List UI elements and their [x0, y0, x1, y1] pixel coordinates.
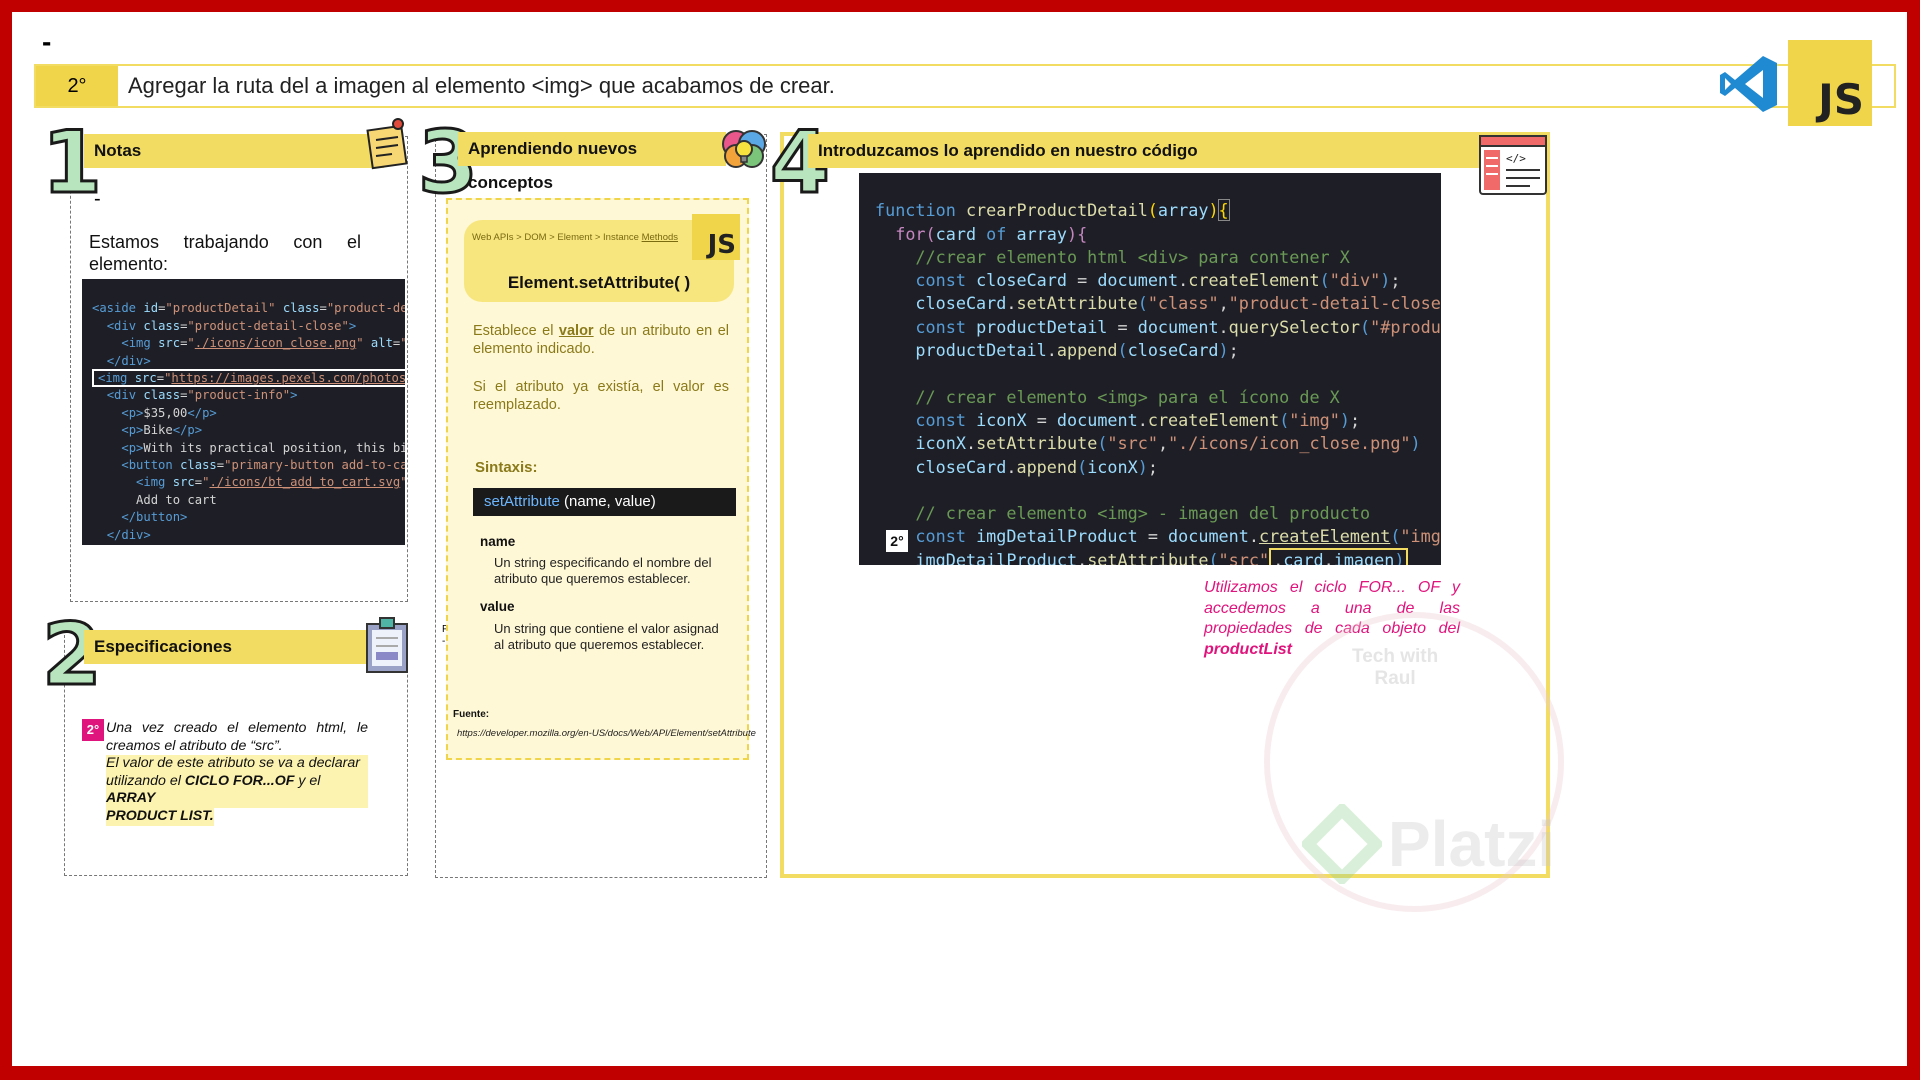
note-line: Utilizamos el ciclo FOR... OF y	[1204, 579, 1460, 596]
step-bar: 2° Agregar la ruta del a imagen al eleme…	[34, 64, 1896, 108]
spec-line: PRODUCT LIST.	[106, 807, 214, 826]
intro-word: Estamos	[89, 232, 160, 252]
html-code-block: <aside id="productDetail" class="product…	[82, 279, 405, 545]
clipboard-icon	[364, 616, 410, 674]
mdn-desc2: Si el atributo ya existía, el valor es r…	[473, 378, 729, 414]
mdn-breadcrumb: Web APIs > DOM > Element > Instance Meth…	[472, 232, 678, 243]
watermark-line: Tech with	[1352, 646, 1439, 667]
desc-line: Establece el valor de un atributo en el	[473, 322, 729, 340]
syntax-fn: setAttribute	[484, 493, 560, 510]
js-logo: JS	[1788, 40, 1872, 126]
spec-badge: 2°	[82, 719, 104, 741]
watermark-line: Raul	[1374, 668, 1416, 689]
syntax-bar: setAttribute (name, value)	[473, 488, 736, 516]
spec-line: utilizando el CICLO FOR...OF y el ARRAY	[106, 772, 368, 808]
panel1-header: Notas	[84, 134, 384, 168]
desc-fragment: Establece el	[473, 323, 559, 339]
syntax-args: (name, value)	[559, 493, 656, 510]
desc-line: Si el atributo ya existía, el valor es	[473, 379, 729, 395]
stray-dash: -	[442, 636, 446, 647]
spec-strong: ARRAY	[106, 790, 156, 807]
breadcrumb-text: Web APIs > DOM > Element > Instance	[472, 232, 642, 243]
js-badge-small: JS	[692, 214, 740, 260]
spec-strong: PRODUCT LIST.	[106, 807, 214, 824]
step-text: Agregar la ruta del a imagen al elemento…	[128, 73, 835, 98]
js-logo-text: JS	[1818, 75, 1864, 124]
panel1-intro: Estamos trabajando con el	[89, 232, 361, 253]
notes-icon	[364, 118, 410, 170]
panel3-header: Aprendiendo nuevos conceptos	[458, 132, 726, 192]
panel2-header: Especificaciones	[84, 630, 378, 664]
svg-text:</>: </>	[1506, 152, 1526, 165]
source-link[interactable]: https://developer.mozilla.org/en-US/docs…	[457, 728, 756, 739]
desc-strong: valor	[558, 323, 594, 339]
platzi-logo: Platzi	[1302, 804, 1555, 884]
spec-line: creamos el atributo de “src”.	[106, 737, 283, 754]
param-name-desc: Un string especificando el nombre del at…	[494, 555, 712, 587]
js-code-block: function crearProductDetail(array){ for(…	[859, 173, 1441, 565]
mdn-desc1: Establece el valor de un atributo en el …	[473, 322, 729, 358]
spec-line: El valor de este atributo se va a declar…	[106, 755, 368, 773]
param-value: value	[480, 599, 515, 614]
platzi-wordmark: Platzi	[1388, 808, 1556, 880]
param-desc-line: atributo que queremos establecer.	[494, 571, 691, 586]
js-badge-text: JS	[707, 230, 736, 260]
spec-strong: CICLO FOR...OF	[184, 772, 295, 789]
intro-word: el	[346, 232, 361, 252]
param-value-desc: Un string que contiene el valor asignad …	[494, 621, 719, 653]
param-desc-line: Un string especificando el nombre del	[494, 555, 712, 570]
vscode-icon	[1717, 52, 1781, 116]
param-desc-line: Un string que contiene el valor asignad	[494, 621, 719, 636]
step-badge: 2°	[36, 66, 118, 106]
platzi-logo-icon	[1302, 804, 1382, 884]
spec-fragment: y el	[294, 772, 321, 789]
spec-line: Una vez creado el elemento html, le	[106, 720, 368, 736]
panel1-intro-line2: elemento:	[89, 254, 169, 274]
panel4-header: Introduzcamos lo aprendido en nuestro có…	[808, 134, 1480, 168]
method-name: Element.setAttribute( )	[507, 273, 691, 292]
intro-word: con	[293, 232, 323, 252]
watermark-text: Tech with Raul	[1352, 646, 1438, 690]
slide: { "top_dash": "-", "step": {"badge": "2°…	[12, 12, 1907, 1066]
spec-text: Una vez creado el elemento html, le crea…	[106, 720, 368, 826]
code-step-badge: 2°	[886, 530, 908, 552]
panel1-dash: -	[94, 188, 101, 210]
breadcrumb-link[interactable]: Methods	[642, 232, 678, 243]
brain-icon	[720, 124, 768, 172]
param-desc-line: al atributo que queremos establecer.	[494, 637, 705, 652]
desc-line: elemento indicado.	[473, 341, 595, 357]
intro-word: trabajando	[183, 232, 269, 252]
desc-line: reemplazado.	[473, 397, 561, 413]
top-dash: -	[42, 26, 52, 57]
code-window-icon: </>	[1478, 134, 1548, 196]
syntax-label: Sintaxis:	[475, 459, 538, 476]
spec-fragment: utilizando el	[106, 772, 185, 789]
source-label: Fuente:	[453, 709, 490, 720]
desc-fragment: de un atributo en el	[593, 323, 729, 339]
param-name: name	[480, 534, 516, 549]
